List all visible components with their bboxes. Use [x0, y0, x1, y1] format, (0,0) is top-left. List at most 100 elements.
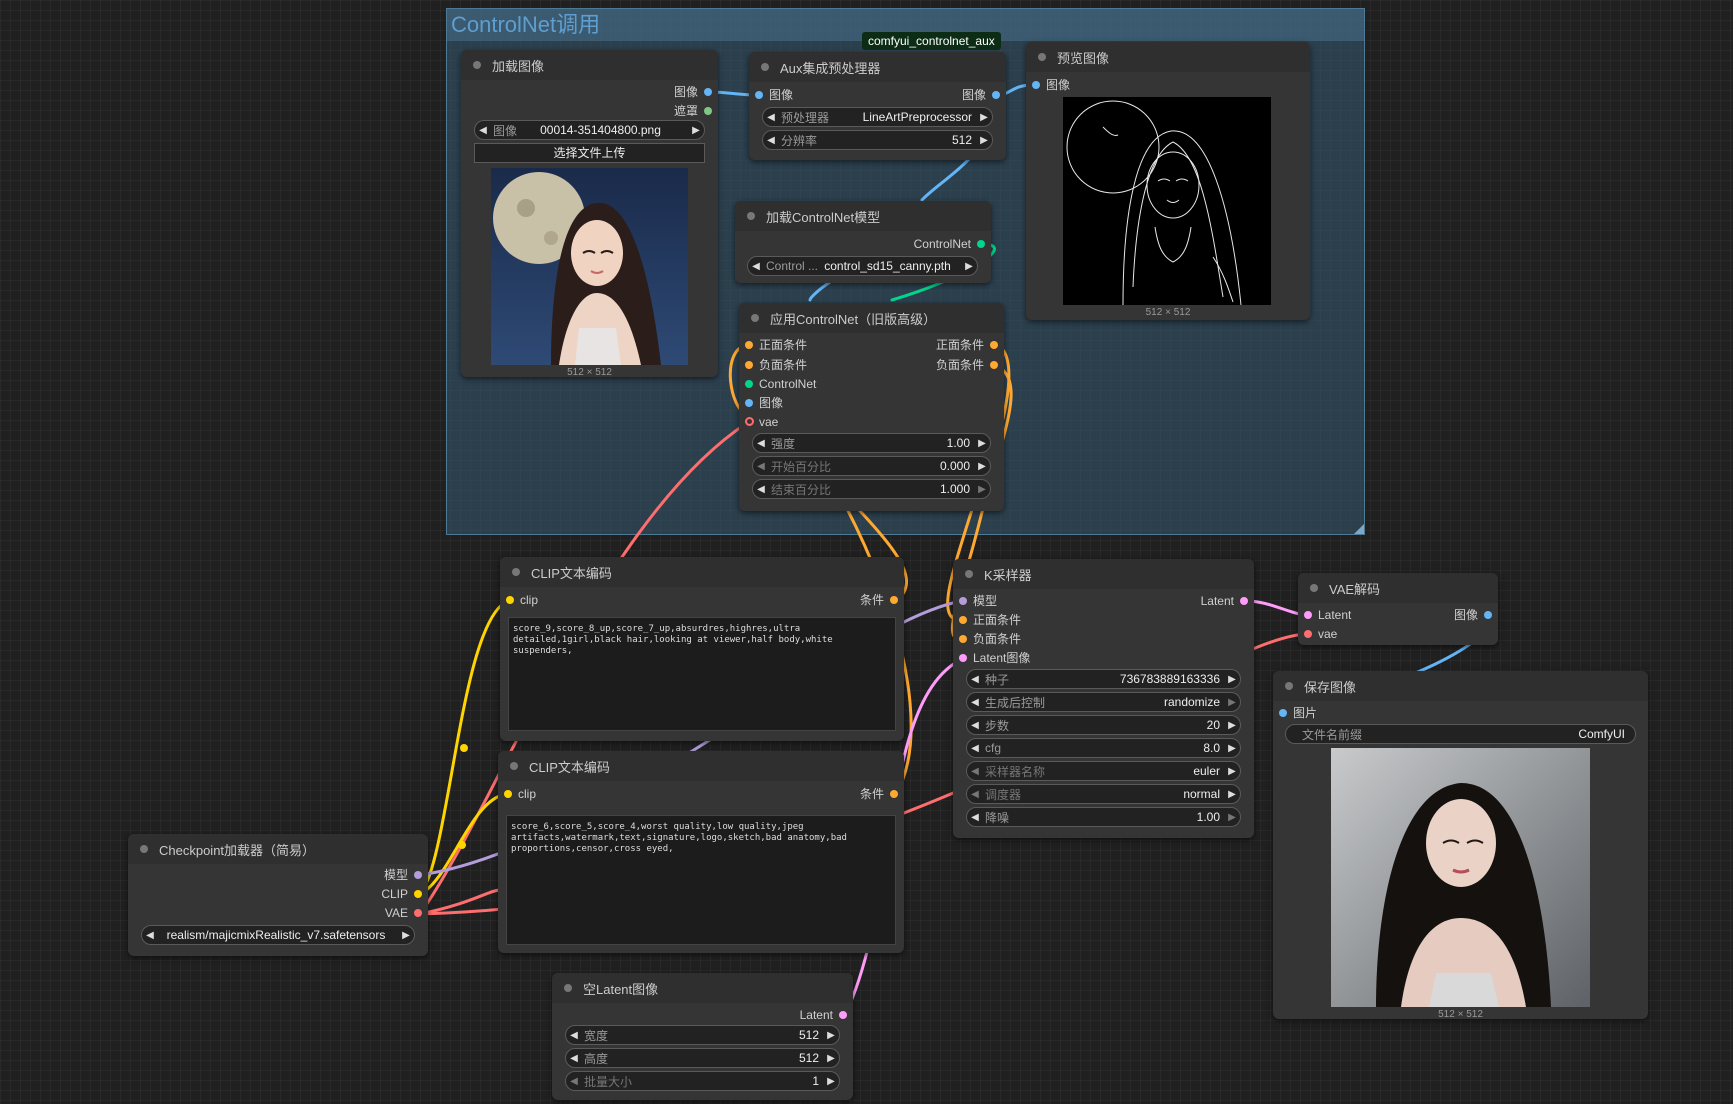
latent-socket-icon[interactable]: [839, 1011, 847, 1019]
clip-socket-icon[interactable]: [506, 596, 514, 604]
arrow-left-icon[interactable]: ◀: [753, 461, 769, 472]
arrow-left-icon[interactable]: ◀: [967, 812, 983, 823]
collapse-dot-icon[interactable]: [965, 570, 973, 578]
save-image-header[interactable]: 保存图像: [1273, 671, 1648, 701]
model-socket-icon[interactable]: [414, 871, 422, 879]
upload-button[interactable]: 选择文件上传: [474, 143, 705, 163]
image-socket-icon[interactable]: [755, 91, 763, 99]
control-after-generate-widget[interactable]: ◀ 生成后控制 randomize ▶: [966, 692, 1241, 712]
empty-latent-image-node[interactable]: 空Latent图像 Latent ◀ 宽度 512 ▶ ◀ 高度 512 ▶ ◀ 批量大小 1 ▶: [552, 973, 853, 1100]
arrow-right-icon[interactable]: ▶: [1224, 766, 1240, 777]
vae-decode-node[interactable]: VAE解码 Latent vae 图像: [1298, 573, 1498, 645]
input-model[interactable]: 模型: [953, 592, 997, 610]
collapse-dot-icon[interactable]: [564, 984, 572, 992]
input-controlnet[interactable]: ControlNet: [739, 375, 816, 393]
sampler-name-widget[interactable]: ◀ 采样器名称 euler ▶: [966, 761, 1241, 781]
clip-text-encode-negative-node[interactable]: CLIP文本编码 clip 条件 score_6,score_5,score_4…: [498, 751, 904, 953]
clip-socket-icon[interactable]: [504, 790, 512, 798]
cfg-widget[interactable]: ◀ cfg 8.0 ▶: [966, 738, 1241, 758]
output-model[interactable]: 模型: [384, 866, 428, 884]
conditioning-socket-icon[interactable]: [890, 596, 898, 604]
output-latent[interactable]: Latent: [800, 1006, 853, 1024]
strength-widget[interactable]: ◀ 强度 1.00 ▶: [752, 433, 991, 453]
aux-preprocessor-header[interactable]: Aux集成预处理器: [749, 52, 1006, 82]
arrow-right-icon[interactable]: ▶: [974, 484, 990, 495]
conditioning-socket-icon[interactable]: [959, 616, 967, 624]
image-select-widget[interactable]: ◀ 图像 00014-351404800.png ▶: [474, 120, 705, 140]
input-image[interactable]: 图像: [1026, 76, 1070, 94]
preview-image-node[interactable]: 预览图像 图像 512 × 512: [1026, 42, 1310, 320]
input-latent[interactable]: Latent: [1298, 606, 1351, 624]
arrow-right-icon[interactable]: ▶: [1224, 720, 1240, 731]
output-conditioning[interactable]: 条件: [860, 591, 904, 609]
arrow-left-icon[interactable]: ◀: [967, 720, 983, 731]
input-image[interactable]: 图像: [739, 394, 783, 412]
input-vae[interactable]: vae: [739, 413, 778, 431]
collapse-dot-icon[interactable]: [1038, 53, 1046, 61]
clip-negative-header[interactable]: CLIP文本编码: [498, 751, 904, 781]
conditioning-socket-icon[interactable]: [745, 361, 753, 369]
conditioning-socket-icon[interactable]: [890, 790, 898, 798]
image-socket-icon[interactable]: [1032, 81, 1040, 89]
input-image[interactable]: 图像: [749, 86, 793, 104]
clip-text-encode-positive-node[interactable]: CLIP文本编码 clip 条件 score_9,score_8_up,scor…: [500, 557, 904, 741]
image-socket-icon[interactable]: [1484, 611, 1492, 619]
ksampler-header[interactable]: K采样器: [953, 559, 1254, 589]
input-negative[interactable]: 负面条件: [739, 356, 807, 374]
arrow-left-icon[interactable]: ◀: [763, 135, 779, 146]
clip-positive-header[interactable]: CLIP文本编码: [500, 557, 904, 587]
image-socket-icon[interactable]: [704, 88, 712, 96]
output-vae[interactable]: VAE: [385, 904, 428, 922]
apply-controlnet-node[interactable]: 应用ControlNet（旧版高级） 正面条件 负面条件 ControlNet …: [739, 303, 1004, 511]
controlnet-socket-icon[interactable]: [745, 380, 753, 388]
positive-prompt-textarea[interactable]: score_9,score_8_up,score_7_up,absurdres,…: [508, 617, 896, 731]
collapse-dot-icon[interactable]: [510, 762, 518, 770]
image-socket-icon[interactable]: [992, 91, 1000, 99]
collapse-dot-icon[interactable]: [747, 212, 755, 220]
arrow-right-icon[interactable]: ▶: [976, 135, 992, 146]
conditioning-socket-icon[interactable]: [990, 361, 998, 369]
load-image-node[interactable]: 加载图像 图像 遮罩 ◀ 图像 00014-351404800.png ▶ 选择文件上…: [461, 50, 718, 378]
load-controlnet-node[interactable]: 加载ControlNet模型 ControlNet ◀ Control ... co…: [735, 201, 991, 283]
checkpoint-loader-node[interactable]: Checkpoint加载器（简易） 模型 CLIP VAE ◀ realism/m…: [128, 834, 428, 956]
conditioning-socket-icon[interactable]: [959, 635, 967, 643]
save-image-node[interactable]: 保存图像 图片 文件名前缀 ComfyUI 512 × 512: [1273, 671, 1648, 1020]
collapse-dot-icon[interactable]: [751, 314, 759, 322]
load-controlnet-header[interactable]: 加载ControlNet模型: [735, 201, 991, 231]
apply-controlnet-header[interactable]: 应用ControlNet（旧版高级）: [739, 303, 1004, 333]
output-negative[interactable]: 负面条件: [936, 356, 1004, 374]
arrow-right-icon[interactable]: ▶: [1224, 812, 1240, 823]
arrow-right-icon[interactable]: ▶: [1224, 697, 1240, 708]
arrow-left-icon[interactable]: ◀: [753, 484, 769, 495]
output-conditioning[interactable]: 条件: [860, 785, 904, 803]
arrow-right-icon[interactable]: ▶: [688, 125, 704, 136]
model-socket-icon[interactable]: [959, 597, 967, 605]
output-positive[interactable]: 正面条件: [936, 336, 1004, 354]
image-socket-icon[interactable]: [1279, 709, 1287, 717]
output-image[interactable]: 图像: [962, 86, 1006, 104]
arrow-right-icon[interactable]: ▶: [976, 112, 992, 123]
arrow-right-icon[interactable]: ▶: [1224, 674, 1240, 685]
collapse-dot-icon[interactable]: [761, 63, 769, 71]
output-mask[interactable]: 遮罩: [674, 102, 718, 120]
arrow-left-icon[interactable]: ◀: [753, 438, 769, 449]
arrow-right-icon[interactable]: ▶: [823, 1076, 839, 1087]
arrow-right-icon[interactable]: ▶: [398, 930, 414, 941]
resolution-widget[interactable]: ◀ 分辨率 512 ▶: [762, 130, 993, 150]
batch-size-widget[interactable]: ◀ 批量大小 1 ▶: [565, 1071, 840, 1091]
arrow-left-icon[interactable]: ◀: [967, 697, 983, 708]
arrow-left-icon[interactable]: ◀: [967, 674, 983, 685]
width-widget[interactable]: ◀ 宽度 512 ▶: [565, 1025, 840, 1045]
arrow-right-icon[interactable]: ▶: [1224, 789, 1240, 800]
arrow-right-icon[interactable]: ▶: [823, 1053, 839, 1064]
input-vae[interactable]: vae: [1298, 625, 1337, 643]
end-percent-widget[interactable]: ◀ 结束百分比 1.000 ▶: [752, 479, 991, 499]
latent-socket-icon[interactable]: [1304, 611, 1312, 619]
collapse-dot-icon[interactable]: [512, 568, 520, 576]
image-socket-icon[interactable]: [745, 399, 753, 407]
controlnet-model-widget[interactable]: ◀ Control ... control_sd15_canny.pth ▶: [747, 256, 978, 276]
latent-socket-icon[interactable]: [1240, 597, 1248, 605]
load-image-header[interactable]: 加载图像: [461, 50, 718, 80]
collapse-dot-icon[interactable]: [140, 845, 148, 853]
input-images[interactable]: 图片: [1273, 704, 1317, 722]
